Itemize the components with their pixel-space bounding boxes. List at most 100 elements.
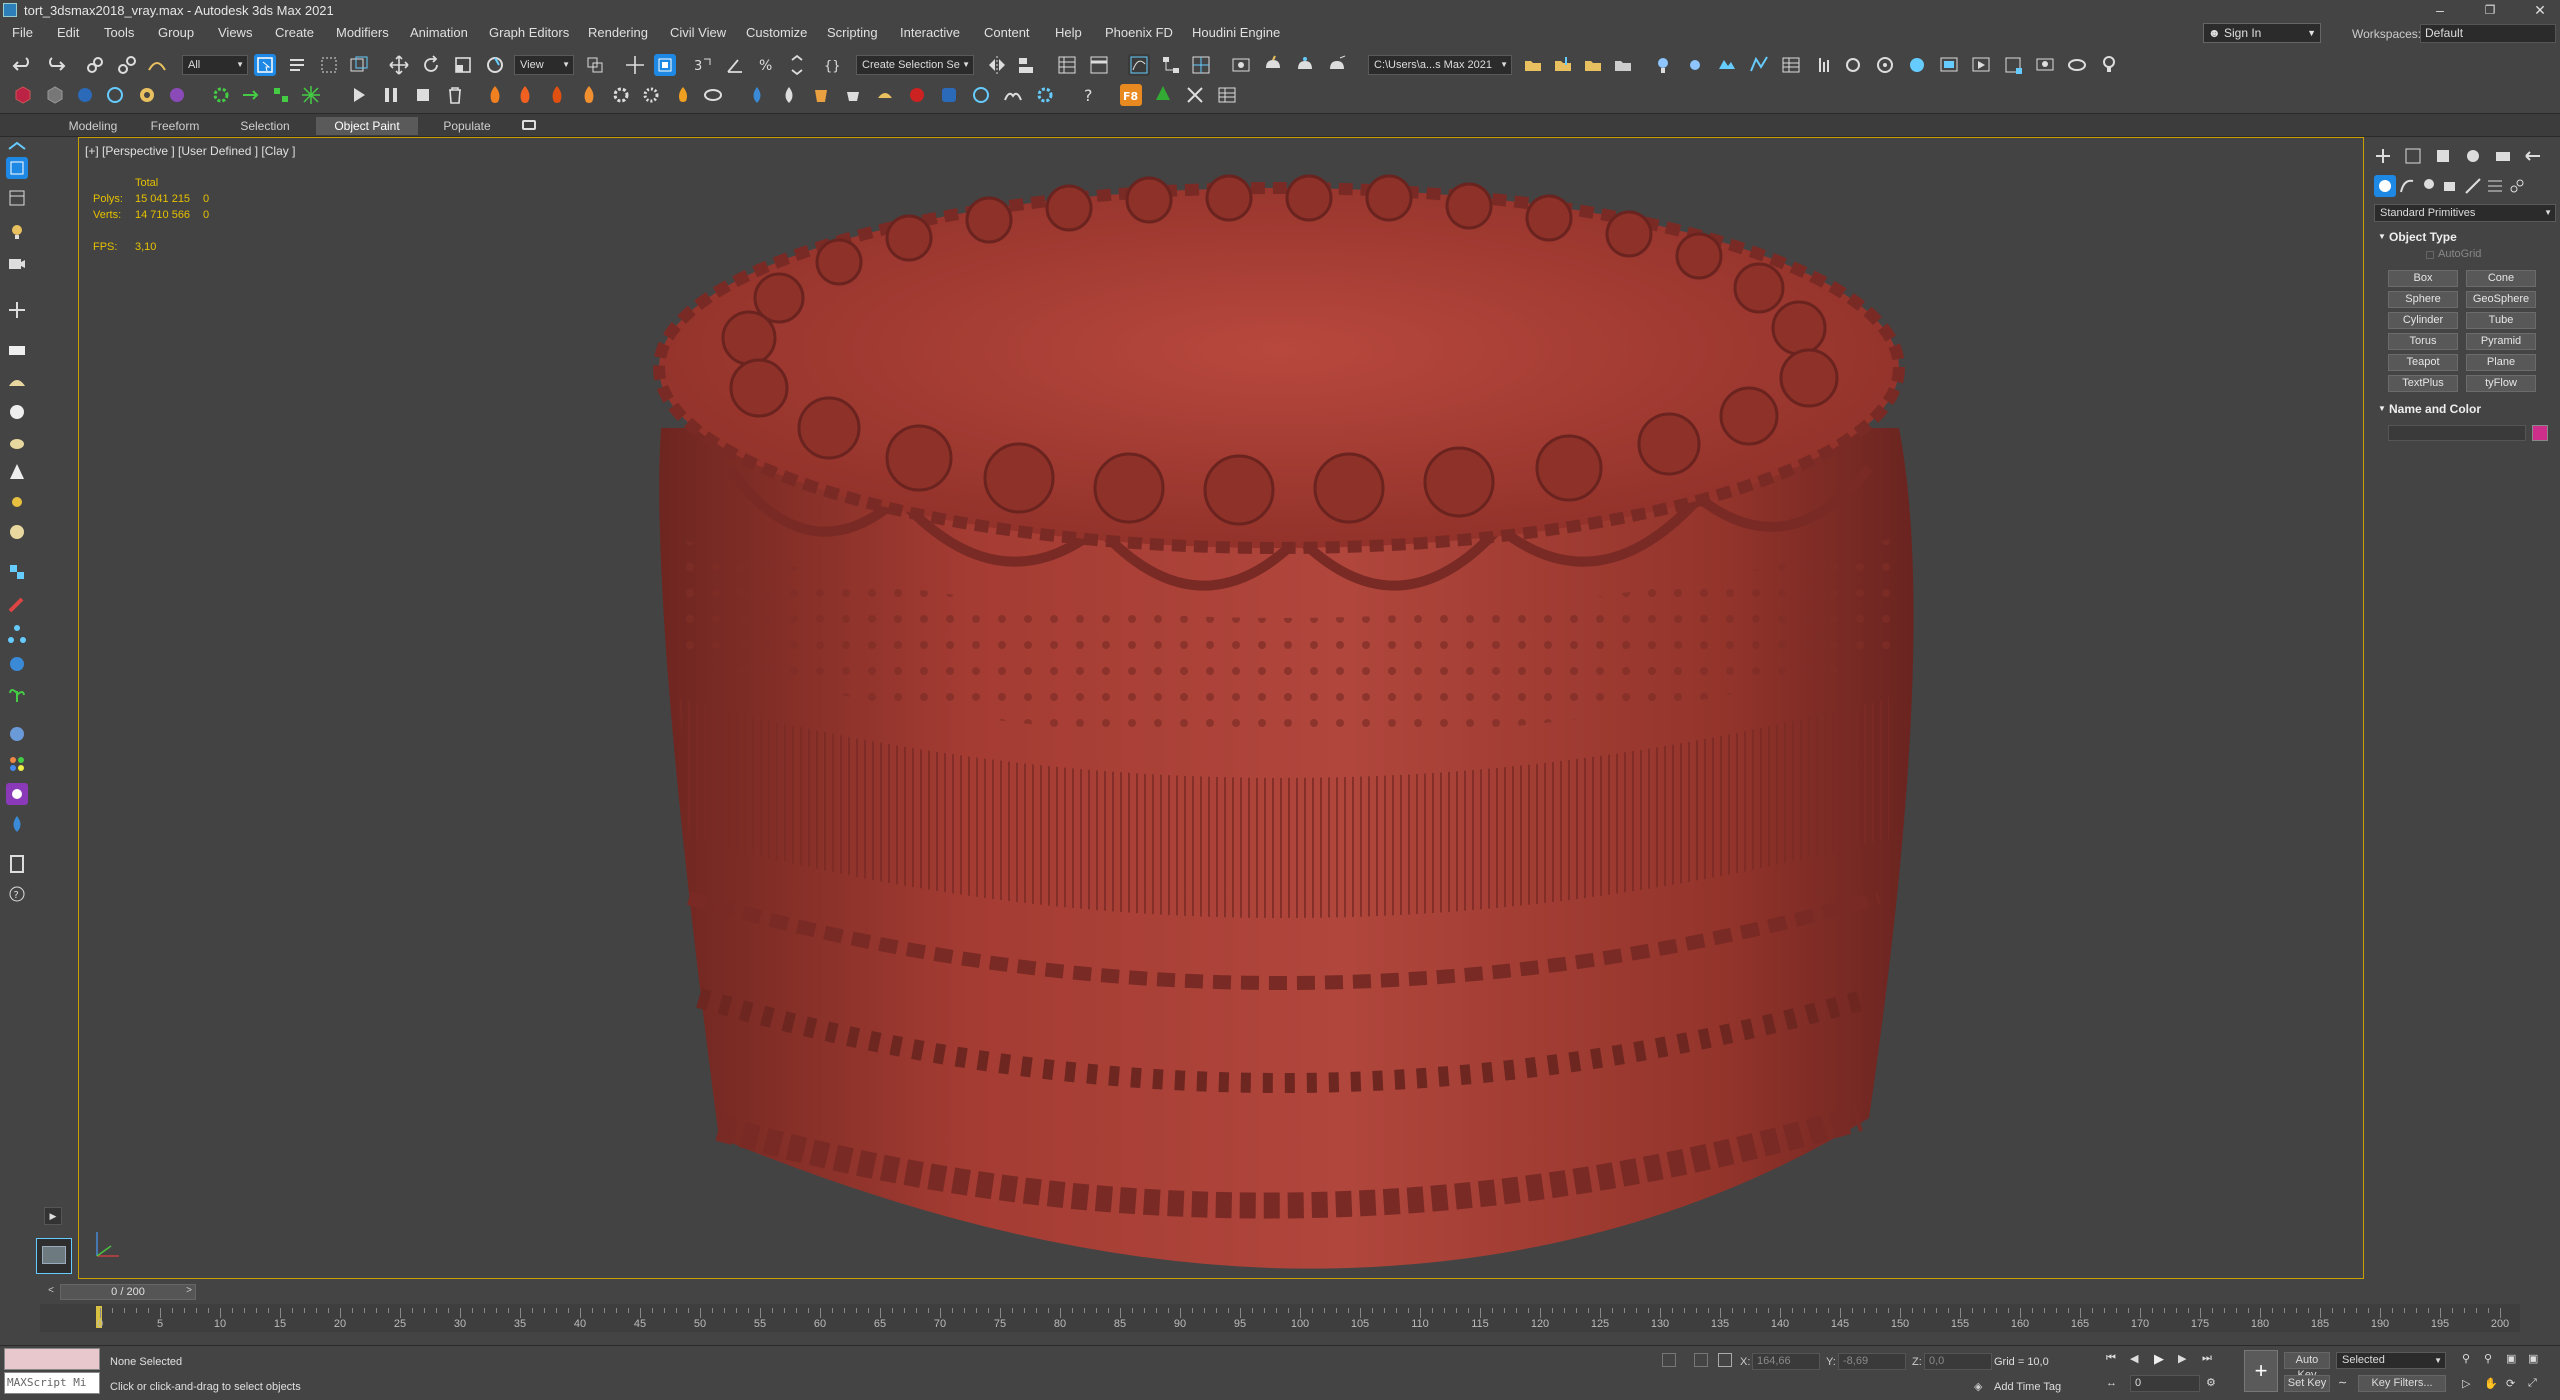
box-button[interactable]: Box (2388, 270, 2458, 287)
workspace-select[interactable]: Default (2420, 24, 2556, 43)
pan-icon[interactable]: ✋ (2484, 1377, 2498, 1391)
next-frame-icon[interactable]: ▶ (2178, 1352, 2194, 1366)
liquid-cup-icon[interactable] (842, 84, 864, 106)
liquid-pour-icon[interactable] (874, 84, 896, 106)
auto-key-button[interactable]: Auto Key (2284, 1352, 2330, 1381)
vray-table-icon[interactable] (1780, 54, 1802, 76)
goto-start-icon[interactable]: ⏮ (2106, 1352, 2122, 1366)
key-tangent-icon[interactable]: ∼ (2338, 1376, 2352, 1390)
vray-cam-icon[interactable] (2034, 54, 2056, 76)
plane-white-icon[interactable] (6, 339, 28, 361)
sphere-white-icon[interactable] (6, 401, 28, 423)
checker-icon[interactable] (6, 561, 28, 583)
fire-gear-2-icon[interactable] (640, 84, 662, 106)
window-crossing-icon[interactable] (348, 54, 370, 76)
dome-icon[interactable] (6, 371, 28, 393)
camera-icon[interactable] (6, 253, 28, 275)
restore-button[interactable]: ❐ (2470, 0, 2510, 21)
ribbon-options-icon[interactable] (522, 120, 536, 130)
pause-icon[interactable] (380, 84, 402, 106)
cone-button[interactable]: Cone (2466, 270, 2536, 287)
autogrid-checkbox[interactable] (2426, 251, 2434, 259)
stop-icon[interactable] (412, 84, 434, 106)
schematic-view-icon[interactable] (1160, 54, 1182, 76)
pencil-red-icon[interactable] (6, 593, 28, 615)
cake-model[interactable] (79, 138, 2364, 1279)
render-setup-icon[interactable] (1230, 54, 1252, 76)
zoom-all-icon[interactable]: ⚲ (2484, 1352, 2498, 1366)
object-color-swatch[interactable] (2532, 425, 2548, 441)
set-keys-button[interactable]: + (2244, 1350, 2278, 1392)
hierarchy-tab-icon[interactable] (2432, 145, 2454, 167)
tyflow-button[interactable]: tyFlow (2466, 375, 2536, 392)
tools-icon[interactable] (1184, 84, 1206, 106)
menu-animation[interactable]: Animation (410, 25, 468, 40)
arrow-green-icon[interactable] (240, 84, 262, 106)
scene-explorer-icon[interactable] (6, 137, 28, 159)
liquid-icon-2[interactable] (778, 84, 800, 106)
help-circle-icon[interactable]: ? (6, 883, 28, 905)
viewport-thumbnail[interactable] (36, 1238, 72, 1274)
menu-customize[interactable]: Customize (746, 25, 807, 40)
plane-button[interactable]: Plane (2466, 354, 2536, 371)
globe-icon[interactable] (6, 723, 28, 745)
zoom-extents-all-icon[interactable]: ▣ (2528, 1352, 2542, 1366)
menu-rendering[interactable]: Rendering (588, 25, 648, 40)
menu-content[interactable]: Content (984, 25, 1030, 40)
liquid-settings-icon[interactable] (1034, 84, 1056, 106)
object-type-rollout[interactable]: ▼ Object Type (2375, 229, 2555, 245)
menu-group[interactable]: Group (158, 25, 194, 40)
z-coordinate-field[interactable]: 0,0 (1924, 1353, 1992, 1370)
menu-create[interactable]: Create (275, 25, 314, 40)
bulb-icon[interactable] (6, 221, 28, 243)
disc-icon[interactable] (6, 521, 28, 543)
menu-tools[interactable]: Tools (104, 25, 134, 40)
table-icon[interactable] (1216, 84, 1238, 106)
menu-views[interactable]: Views (218, 25, 252, 40)
set-key-button[interactable]: Set Key (2284, 1375, 2330, 1392)
cameras-icon[interactable] (2440, 175, 2462, 197)
object-name-field[interactable] (2388, 425, 2526, 441)
angle-snap-icon[interactable] (724, 54, 746, 76)
play-animation-icon[interactable]: ▶ (2154, 1351, 2170, 1366)
render-in-cloud-icon[interactable] (1326, 54, 1348, 76)
selection-filter-dropdown[interactable]: All ▼ (182, 55, 248, 75)
vray-light-icon[interactable] (1652, 54, 1674, 76)
help-icon[interactable]: ? (1078, 84, 1100, 106)
lights-icon[interactable] (2418, 175, 2440, 197)
curve-editor-icon[interactable] (1128, 54, 1150, 76)
box-primitive-icon[interactable] (12, 84, 34, 106)
teapot-icon[interactable] (6, 431, 28, 453)
sign-in-dropdown[interactable]: ☻ Sign In ▼ (2203, 23, 2321, 43)
fire-icon-3[interactable] (546, 84, 568, 106)
unlink-icon[interactable] (116, 54, 138, 76)
rotate-icon[interactable] (420, 54, 442, 76)
sphere-purple-icon[interactable] (166, 84, 188, 106)
project-folder-dropdown[interactable]: C:\Users\a...s Max 2021 ▼ (1368, 55, 1512, 75)
plant-icon[interactable] (6, 683, 28, 705)
tab-populate[interactable]: Populate (430, 117, 504, 135)
close-button[interactable]: ✕ (2520, 0, 2560, 21)
grid-green-icon[interactable] (270, 84, 292, 106)
utilities-tab-icon[interactable] (2522, 145, 2544, 167)
y-coordinate-field[interactable]: -8,69 (1838, 1353, 1906, 1370)
display-tab-icon[interactable] (2492, 145, 2514, 167)
liquid-icon-1[interactable] (746, 84, 768, 106)
menu-civil-view[interactable]: Civil View (670, 25, 726, 40)
menu-help[interactable]: Help (1055, 25, 1082, 40)
tab-modeling[interactable]: Modeling (60, 117, 126, 135)
edit-named-selection-icon[interactable]: {} (822, 54, 844, 76)
fire-icon-4[interactable] (578, 84, 600, 106)
move-icon[interactable] (388, 54, 410, 76)
burst-green-icon[interactable] (300, 84, 322, 106)
geosphere-button[interactable]: GeoSphere (2466, 291, 2536, 308)
torus-button[interactable]: Torus (2388, 333, 2458, 350)
add-time-tag[interactable]: Add Time Tag (1994, 1381, 2061, 1393)
redo-icon[interactable] (44, 54, 66, 76)
vray-ies-icon[interactable] (1748, 54, 1770, 76)
fire-icon-2[interactable] (514, 84, 536, 106)
render-icon[interactable] (6, 783, 28, 805)
vray-plane-icon[interactable] (1874, 54, 1896, 76)
motion-icon[interactable] (6, 653, 28, 675)
viewport-layout-icon[interactable] (6, 157, 28, 179)
